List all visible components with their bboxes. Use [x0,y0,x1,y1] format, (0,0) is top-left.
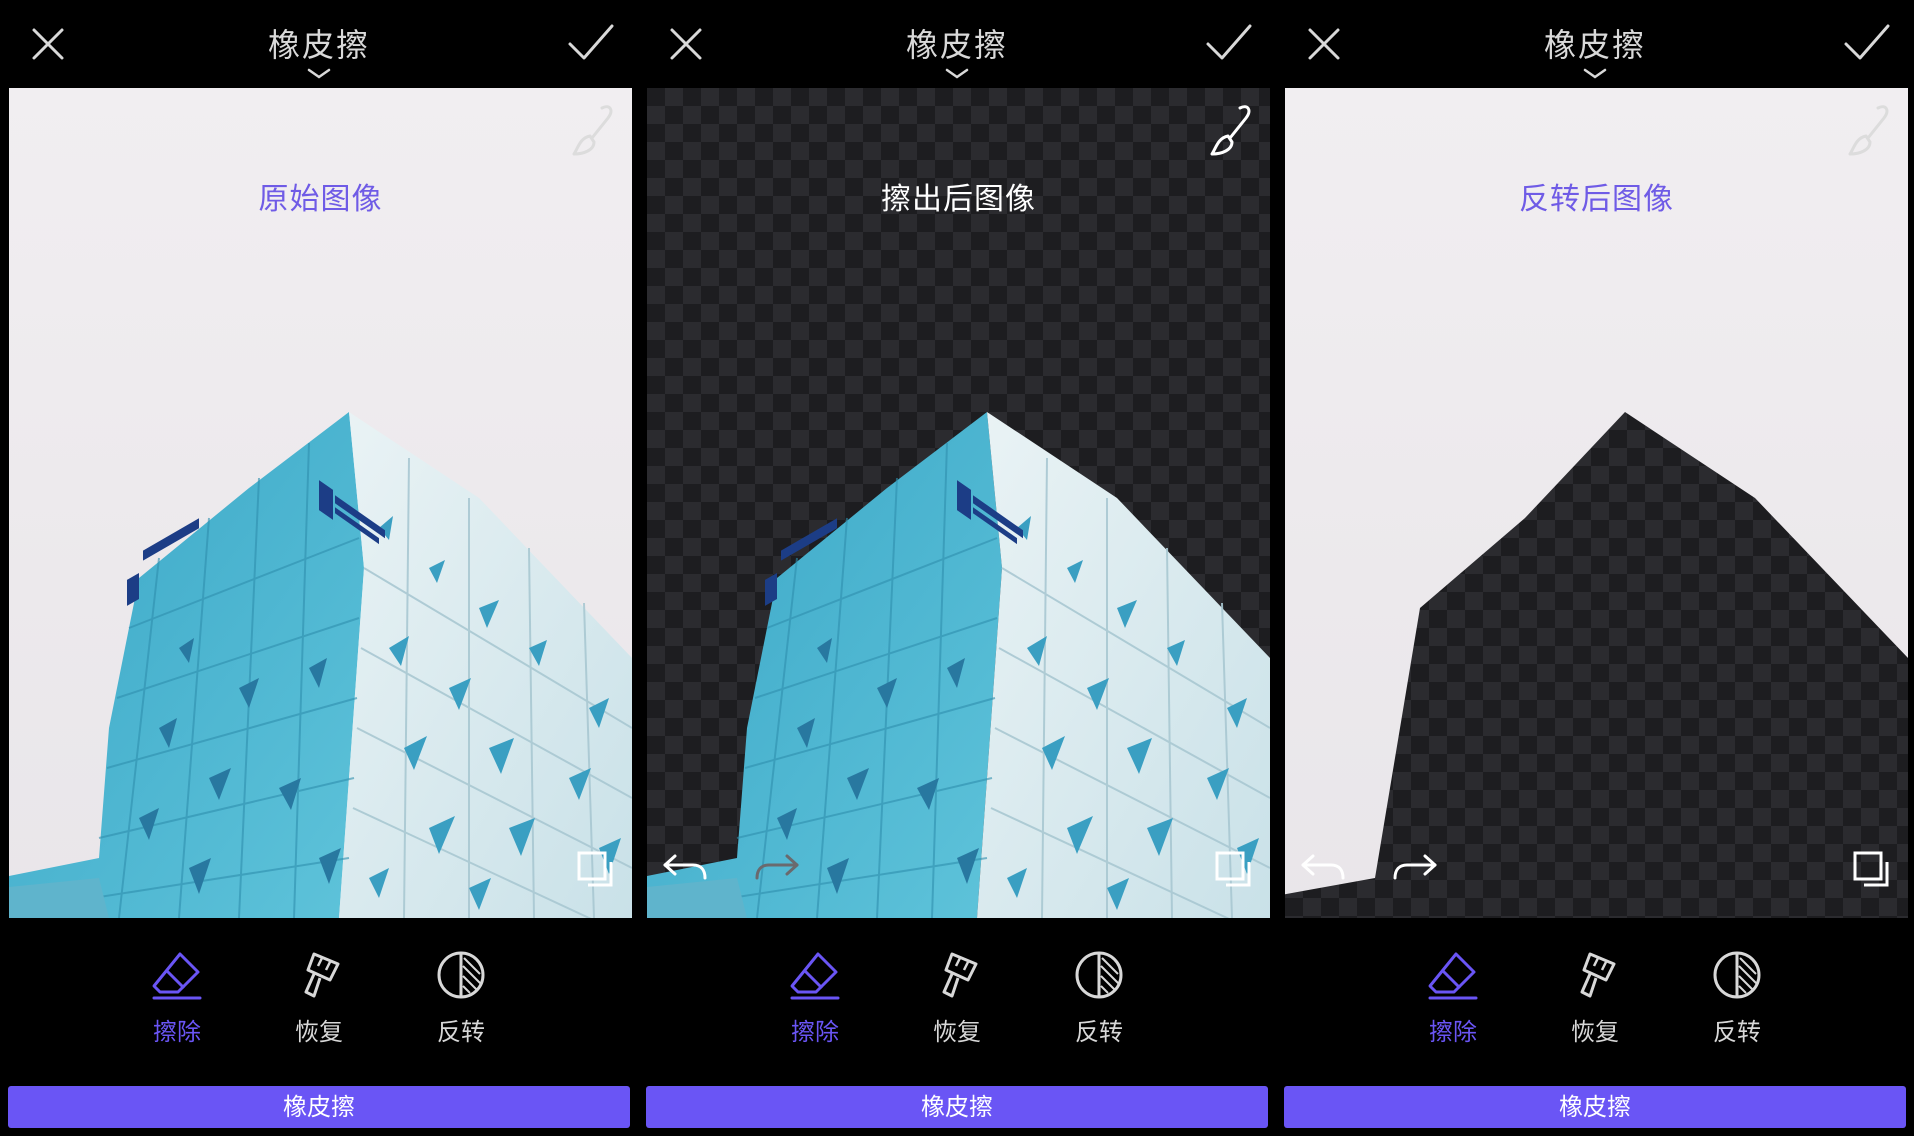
tool-bar: 擦除 恢复 反转 [0,918,638,1078]
bottom-mode-button[interactable]: 橡皮擦 [646,1086,1268,1128]
redo-icon[interactable] [753,852,801,882]
tool-restore[interactable]: 恢复 [264,948,374,1058]
tool-invert-label: 反转 [1713,1018,1761,1046]
confirm-check-icon[interactable] [1204,22,1254,66]
tool-erase[interactable]: 擦除 [1398,948,1508,1058]
tool-erase-label: 擦除 [791,1018,839,1046]
tool-restore-label: 恢复 [295,1018,343,1046]
compare-icon[interactable] [1852,850,1890,888]
chevron-down-icon[interactable] [945,68,969,80]
header-title: 橡皮擦 [905,26,1008,64]
tool-restore-label: 恢复 [1571,1018,1619,1046]
panel-erased: 橡皮擦 擦出后图像 擦除 恢复 反转 橡皮擦 [638,0,1276,1136]
tool-bar: 擦除 恢复 反转 [1276,918,1914,1078]
brush-restore-icon [942,952,978,998]
tool-invert-label: 反转 [1075,1018,1123,1046]
invert-icon [1713,951,1761,999]
compare-icon[interactable] [576,850,614,888]
header: 橡皮擦 [638,0,1276,88]
chevron-down-icon[interactable] [307,68,331,80]
canvas-caption: 反转后图像 [1519,182,1674,217]
confirm-check-icon[interactable] [1842,22,1892,66]
bottom-mode-button[interactable]: 橡皮擦 [1284,1086,1906,1128]
eraser-icon [790,952,840,1000]
undo-icon[interactable] [661,852,709,882]
image-canvas[interactable]: 原始图像 [9,88,632,918]
tool-erase[interactable]: 擦除 [122,948,232,1058]
canvas-caption: 原始图像 [258,182,383,217]
image-canvas[interactable]: 反转后图像 [1285,88,1908,918]
brush-icon[interactable] [1208,102,1252,158]
canvas-caption: 擦出后图像 [881,182,1036,217]
tool-erase-label: 擦除 [153,1018,201,1046]
image-canvas[interactable]: 擦出后图像 [647,88,1270,918]
bottom-mode-button[interactable]: 橡皮擦 [8,1086,630,1128]
invert-icon [1075,951,1123,999]
header: 橡皮擦 [0,0,638,88]
compare-icon[interactable] [1214,850,1252,888]
tool-invert[interactable]: 反转 [406,948,516,1058]
tool-erase-label: 擦除 [1429,1018,1477,1046]
app-stage: 橡皮擦 原始图像 擦除 恢复 反转 橡皮擦 橡皮擦 擦出后图像 擦除 恢复 反转… [0,0,1914,1136]
header-title: 橡皮擦 [267,26,370,64]
eraser-icon [1428,952,1478,1000]
tool-restore-label: 恢复 [933,1018,981,1046]
redo-icon[interactable] [1391,852,1439,882]
confirm-check-icon[interactable] [566,22,616,66]
invert-icon [437,951,485,999]
header: 橡皮擦 [1276,0,1914,88]
brush-restore-icon [304,952,340,998]
tool-bar: 擦除 恢复 反转 [638,918,1276,1078]
panel-original: 橡皮擦 原始图像 擦除 恢复 反转 橡皮擦 [0,0,638,1136]
tool-restore[interactable]: 恢复 [902,948,1012,1058]
tool-invert-label: 反转 [437,1018,485,1046]
tool-invert[interactable]: 反转 [1682,948,1792,1058]
tool-erase[interactable]: 擦除 [760,948,870,1058]
chevron-down-icon[interactable] [1583,68,1607,80]
header-title: 橡皮擦 [1543,26,1646,64]
brush-icon[interactable] [570,102,614,158]
eraser-icon [152,952,202,1000]
brush-icon[interactable] [1846,102,1890,158]
tool-restore[interactable]: 恢复 [1540,948,1650,1058]
brush-restore-icon [1580,952,1616,998]
undo-icon[interactable] [1299,852,1347,882]
panel-inverted: 橡皮擦 反转后图像 擦除 恢复 反转 橡皮擦 [1276,0,1914,1136]
tool-invert[interactable]: 反转 [1044,948,1154,1058]
